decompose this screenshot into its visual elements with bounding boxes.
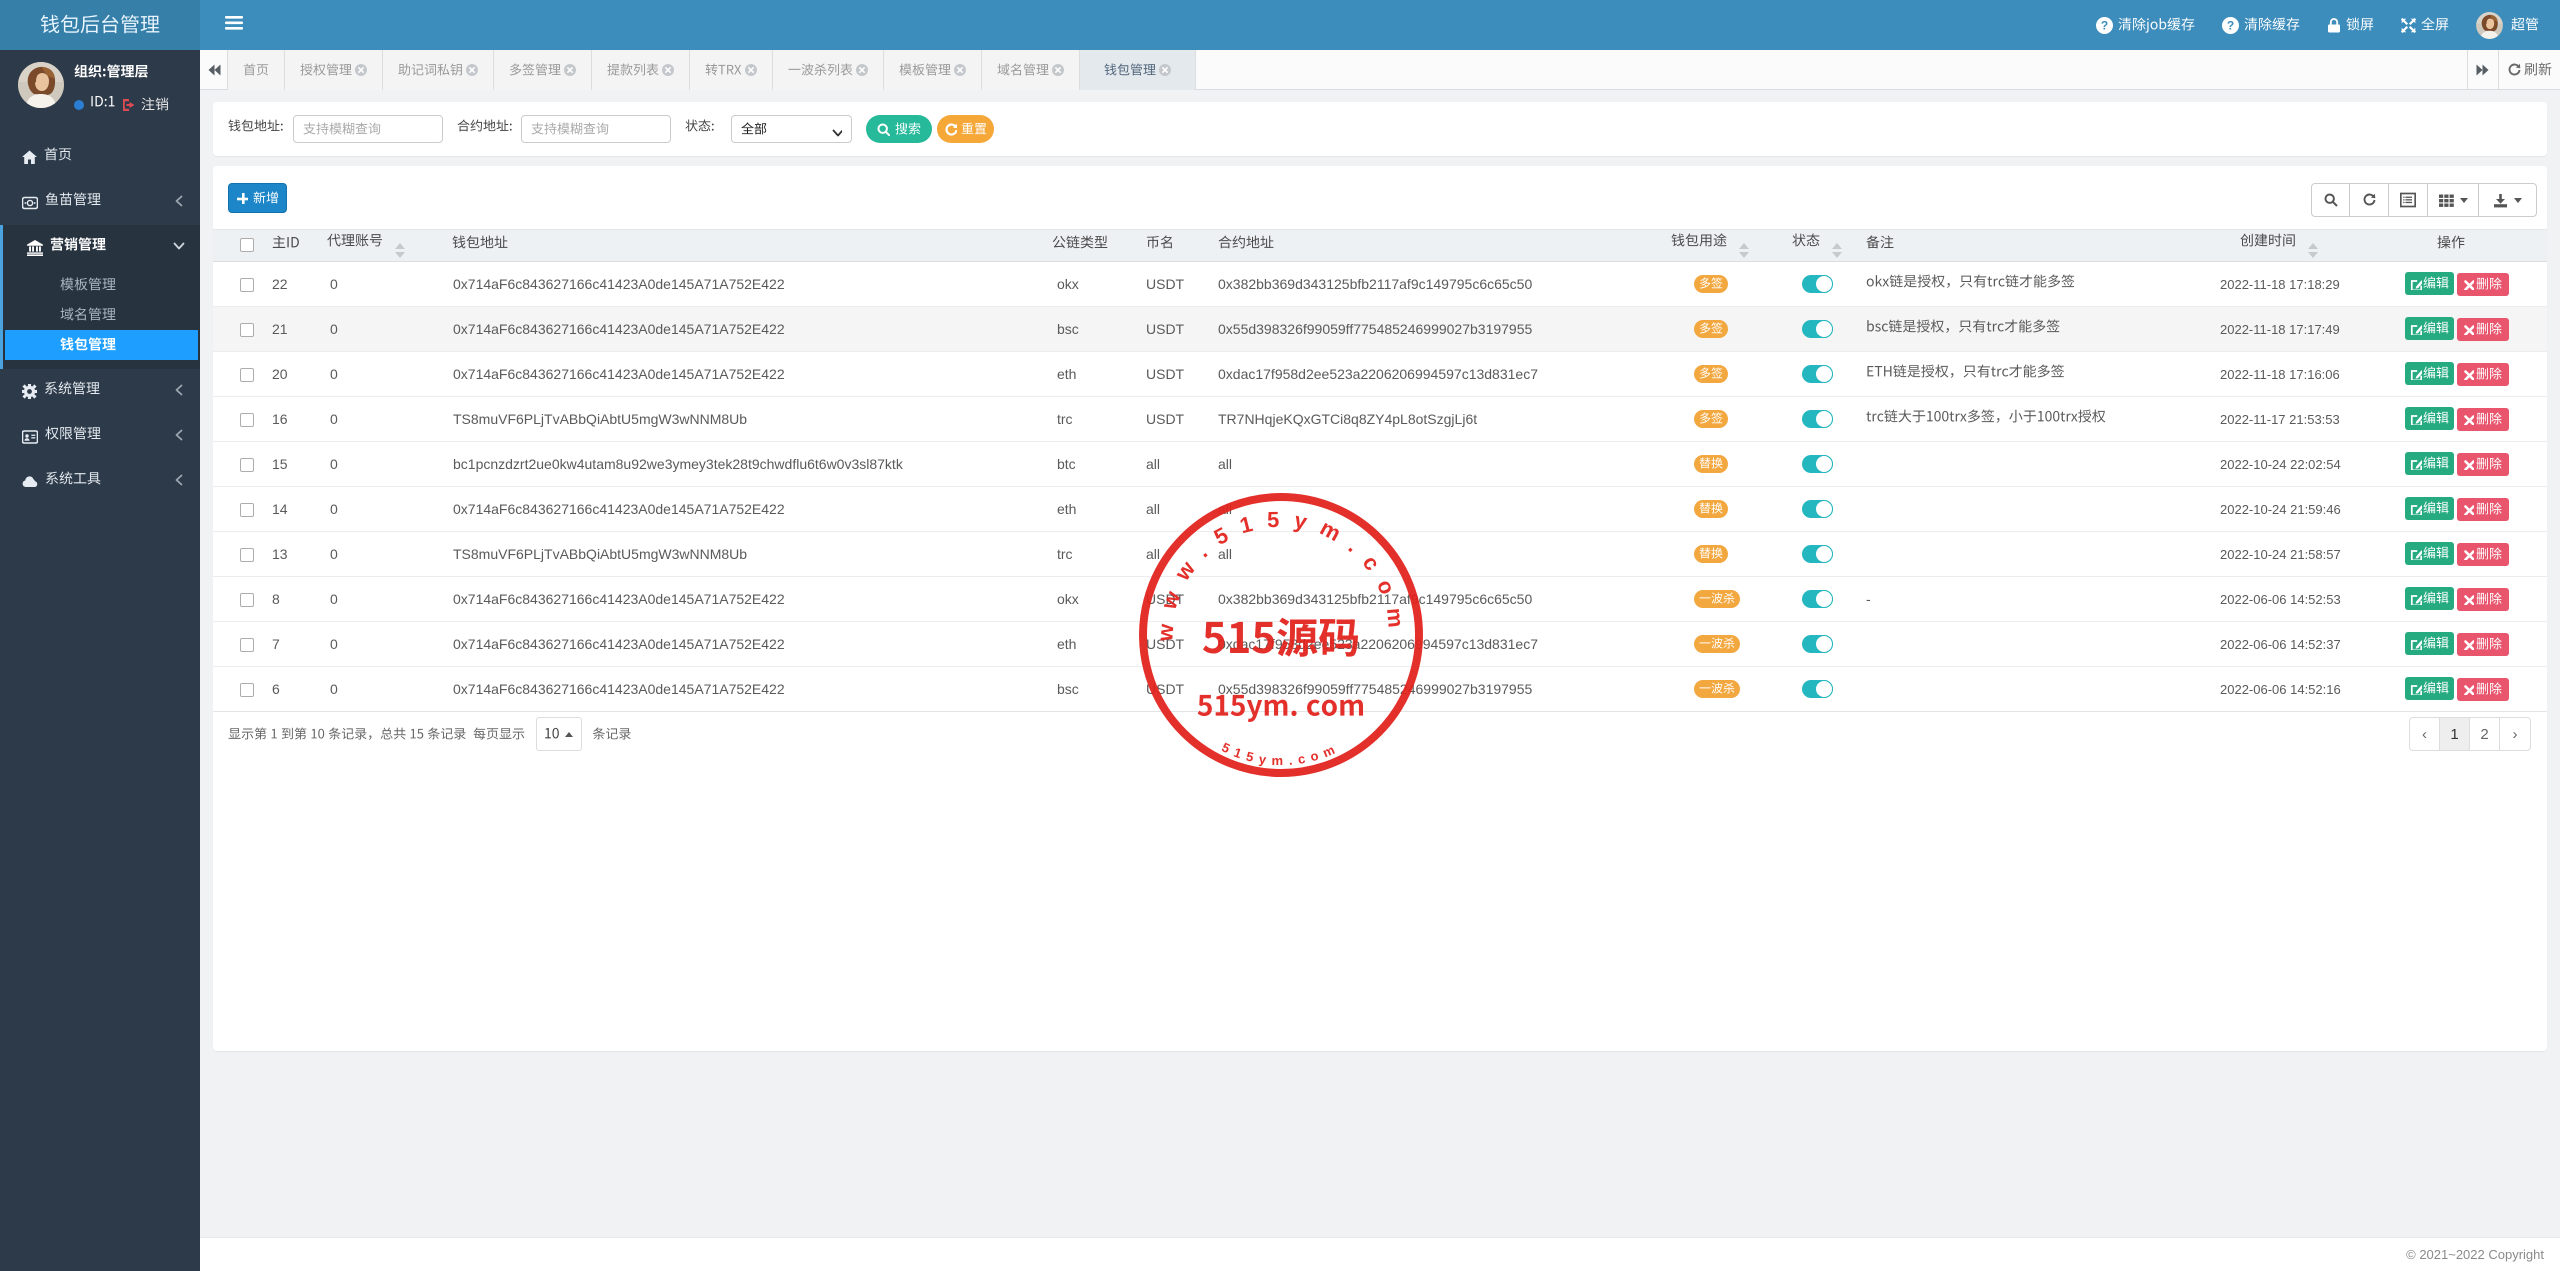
svg-text:?: ?	[2101, 18, 2108, 32]
svg-text:?: ?	[2227, 18, 2234, 32]
